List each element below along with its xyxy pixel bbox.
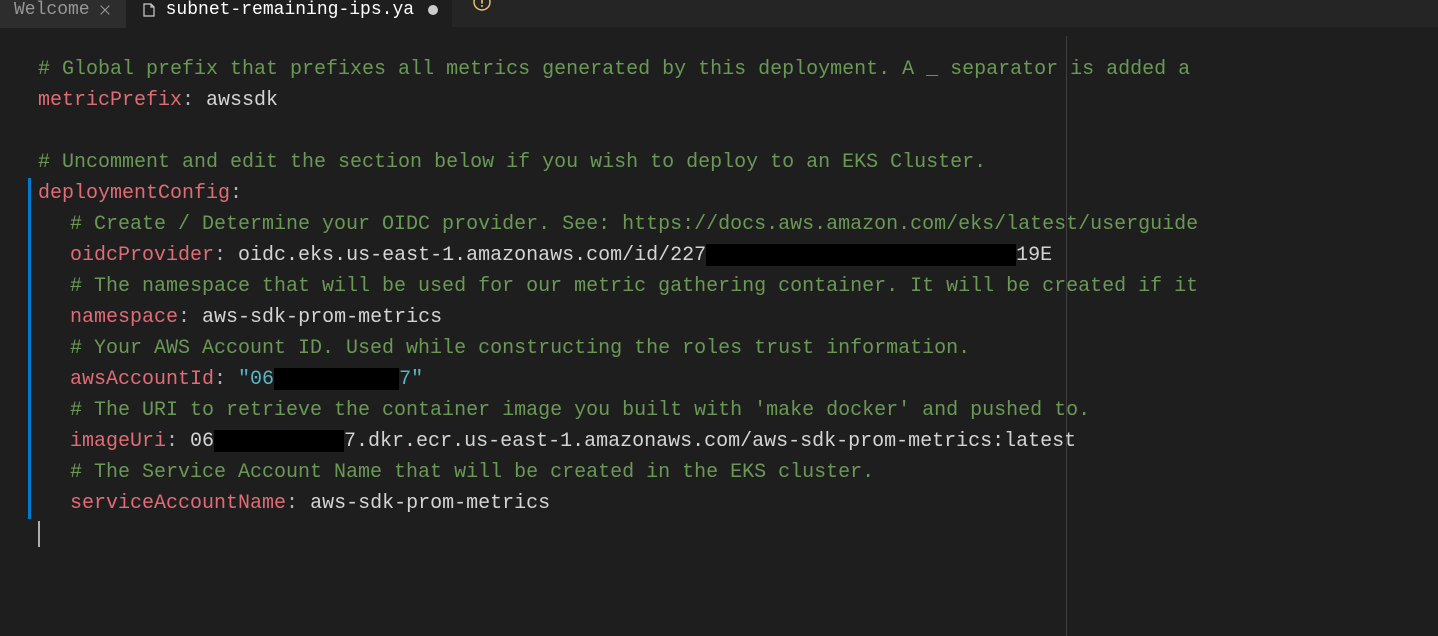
redacted-block: [706, 244, 1016, 266]
code-line: # The URI to retrieve the container imag…: [38, 395, 1438, 426]
code-line: metricPrefix: awssdk: [38, 85, 1438, 116]
comment-text: # The namespace that will be used for ou…: [70, 275, 1198, 298]
code-line: namespace: aws-sdk-prom-metrics: [38, 302, 1438, 333]
yaml-key: awsAccountId: [70, 368, 214, 391]
yaml-key: oidcProvider: [70, 244, 214, 267]
comment-text: # The URI to retrieve the container imag…: [70, 399, 1090, 422]
comment-text: # Create / Determine your OIDC provider.…: [70, 213, 1198, 236]
yaml-key: serviceAccountName: [70, 492, 286, 515]
close-icon[interactable]: [98, 3, 112, 17]
yaml-value: "06: [238, 368, 274, 391]
tab-label: Welcome: [14, 0, 90, 20]
yaml-value: oidc.eks.us-east-1.amazonaws.com/id/227: [238, 244, 706, 267]
redacted-block: [214, 430, 344, 452]
redacted-block: [274, 368, 399, 390]
yaml-value: 7": [399, 368, 423, 391]
yaml-value: 19E: [1016, 244, 1052, 267]
yaml-key: imageUri: [70, 430, 166, 453]
comment-text: # Your AWS Account ID. Used while constr…: [70, 337, 970, 360]
yaml-value: 06: [190, 430, 214, 453]
yaml-key: namespace: [70, 306, 178, 329]
code-line: # Uncomment and edit the section below i…: [38, 147, 1438, 178]
yaml-key: deploymentConfig: [38, 182, 230, 205]
status-icon[interactable]: [472, 0, 492, 12]
code-line: deploymentConfig:: [38, 178, 1438, 209]
yaml-value: aws-sdk-prom-metrics: [202, 306, 442, 329]
blank-line: [38, 116, 1438, 147]
code-line: # Create / Determine your OIDC provider.…: [38, 209, 1438, 240]
cursor-line: [38, 519, 1438, 550]
text-cursor: [38, 521, 40, 547]
code-line: oidcProvider: oidc.eks.us-east-1.amazona…: [38, 240, 1438, 271]
code-line: awsAccountId: "067": [38, 364, 1438, 395]
tab-subnet-remaining-ips[interactable]: subnet-remaining-ips.ya: [126, 0, 452, 28]
yaml-value: aws-sdk-prom-metrics: [310, 492, 550, 515]
comment-text: # Uncomment and edit the section below i…: [38, 151, 986, 174]
yaml-value: 7.dkr.ecr.us-east-1.amazonaws.com/aws-sd…: [344, 430, 1076, 453]
code-editor[interactable]: # Global prefix that prefixes all metric…: [0, 36, 1438, 550]
code-line: serviceAccountName: aws-sdk-prom-metrics: [38, 488, 1438, 519]
code-line: # The namespace that will be used for ou…: [38, 271, 1438, 302]
comment-text: # The Service Account Name that will be …: [70, 461, 874, 484]
tab-welcome[interactable]: Welcome: [0, 0, 126, 28]
code-line: # The Service Account Name that will be …: [38, 457, 1438, 488]
yaml-value: awssdk: [206, 89, 278, 112]
code-line: # Your AWS Account ID. Used while constr…: [38, 333, 1438, 364]
change-gutter-icon: [28, 178, 31, 519]
code-line: # Global prefix that prefixes all metric…: [38, 54, 1438, 85]
code-line: imageUri: 067.dkr.ecr.us-east-1.amazonaw…: [38, 426, 1438, 457]
comment-text: # Global prefix that prefixes all metric…: [38, 58, 1190, 81]
file-icon: [140, 1, 158, 19]
tab-label: subnet-remaining-ips.ya: [166, 0, 414, 20]
yaml-key: metricPrefix: [38, 89, 182, 112]
dirty-indicator-icon: [428, 5, 438, 15]
tab-bar: Welcome subnet-remaining-ips.ya: [0, 0, 1438, 28]
